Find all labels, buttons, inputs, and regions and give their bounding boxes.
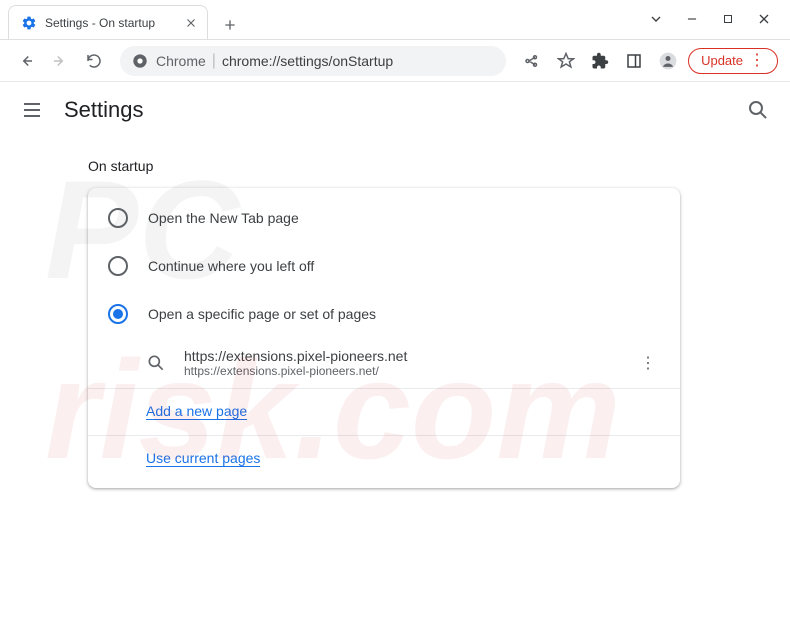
chevron-down-icon[interactable] <box>642 5 670 33</box>
page-entry-url: https://extensions.pixel-pioneers.net/ <box>184 364 636 378</box>
startup-page-entry: https://extensions.pixel-pioneers.net ht… <box>88 338 680 389</box>
address-bar[interactable]: Chrome | chrome://settings/onStartup <box>120 46 506 76</box>
radio-icon <box>108 256 128 276</box>
section-title: On startup <box>88 158 680 174</box>
profile-icon[interactable] <box>654 47 682 75</box>
radio-option-newtab[interactable]: Open the New Tab page <box>88 194 680 242</box>
settings-content: On startup Open the New Tab page Continu… <box>0 138 680 488</box>
radio-icon <box>108 208 128 228</box>
window-controls <box>642 0 790 39</box>
add-page-link[interactable]: Add a new page <box>146 403 247 420</box>
search-icon[interactable] <box>746 98 770 122</box>
use-current-link[interactable]: Use current pages <box>146 450 260 467</box>
settings-header: Settings <box>0 82 790 138</box>
close-window-button[interactable] <box>750 5 778 33</box>
extensions-icon[interactable] <box>586 47 614 75</box>
page-title: Settings <box>64 97 144 123</box>
use-current-row: Use current pages <box>88 436 680 482</box>
radio-option-continue[interactable]: Continue where you left off <box>88 242 680 290</box>
browser-toolbar: Chrome | chrome://settings/onStartup Upd… <box>0 40 790 82</box>
new-tab-button[interactable] <box>216 11 244 39</box>
startup-card: Open the New Tab page Continue where you… <box>88 188 680 488</box>
search-icon <box>146 353 166 373</box>
minimize-button[interactable] <box>678 5 706 33</box>
more-actions-icon[interactable]: ⋮ <box>636 351 660 375</box>
back-button[interactable] <box>12 47 40 75</box>
menu-dots-icon: ⋮ <box>749 53 765 69</box>
page-entry-title: https://extensions.pixel-pioneers.net <box>184 348 636 364</box>
forward-button[interactable] <box>46 47 74 75</box>
tab-title: Settings - On startup <box>45 16 183 30</box>
maximize-button[interactable] <box>714 5 742 33</box>
close-tab-icon[interactable] <box>183 15 199 31</box>
radio-option-specific[interactable]: Open a specific page or set of pages <box>88 290 680 338</box>
bookmark-icon[interactable] <box>552 47 580 75</box>
omnibox-path: chrome://settings/onStartup <box>222 53 393 69</box>
radio-icon-selected <box>108 304 128 324</box>
sidepanel-icon[interactable] <box>620 47 648 75</box>
add-page-row: Add a new page <box>88 389 680 436</box>
gear-icon <box>21 15 37 31</box>
share-icon[interactable] <box>518 47 546 75</box>
omnibox-prefix: Chrome <box>156 53 206 69</box>
browser-tab[interactable]: Settings - On startup <box>8 5 208 39</box>
update-button[interactable]: Update ⋮ <box>688 48 778 74</box>
window-titlebar: Settings - On startup <box>0 0 790 40</box>
chrome-icon <box>132 53 148 69</box>
hamburger-icon[interactable] <box>20 98 44 122</box>
reload-button[interactable] <box>80 47 108 75</box>
